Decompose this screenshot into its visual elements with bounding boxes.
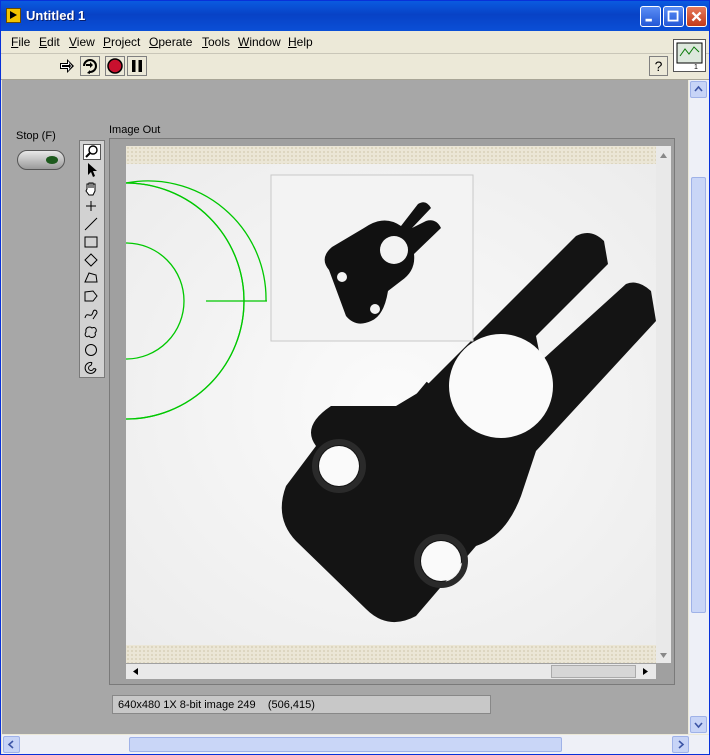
- part-image: [126, 164, 657, 645]
- close-button[interactable]: [686, 6, 707, 27]
- polygon-icon[interactable]: [83, 270, 101, 286]
- scroll-right-icon[interactable]: [638, 664, 653, 679]
- freehand-line-icon[interactable]: [83, 306, 101, 322]
- image-tools-palette: [79, 140, 105, 378]
- image-vertical-scrollbar[interactable]: [656, 146, 671, 663]
- pause-button[interactable]: [127, 56, 147, 76]
- title-bar[interactable]: Untitled 1: [1, 1, 709, 31]
- stop-label: Stop (F): [16, 130, 56, 142]
- scroll-left-icon[interactable]: [128, 664, 143, 679]
- menu-tools[interactable]: Tools: [202, 35, 230, 49]
- pause-icon: [132, 60, 142, 72]
- scroll-up-icon[interactable]: [656, 148, 671, 163]
- panel-scroll-up-button[interactable]: [690, 81, 707, 98]
- rectangle-icon[interactable]: [83, 234, 101, 250]
- run-continuously-icon: [83, 59, 97, 74]
- run-continuously-button[interactable]: [80, 56, 100, 76]
- stop-led: [46, 156, 58, 164]
- context-help-button[interactable]: ?: [649, 56, 668, 76]
- image-status-bar: 640x480 1X 8-bit image 249 (506,415): [112, 695, 491, 714]
- menu-file[interactable]: File: [11, 35, 30, 49]
- connector-pane-icon[interactable]: 1: [673, 39, 706, 72]
- labview-window: Untitled 1 File Edit View Project Operat…: [0, 0, 710, 755]
- scroll-down-icon[interactable]: [656, 648, 671, 663]
- freehand-region-icon[interactable]: [83, 324, 101, 340]
- menu-view[interactable]: View: [69, 35, 95, 49]
- vi-toolbar: ?: [1, 54, 709, 80]
- line-icon[interactable]: [83, 216, 101, 232]
- maximize-button[interactable]: [663, 6, 684, 27]
- annulus-icon[interactable]: [83, 360, 101, 376]
- menu-project[interactable]: Project: [103, 35, 140, 49]
- minimize-button[interactable]: [640, 6, 661, 27]
- menu-edit[interactable]: Edit: [39, 35, 60, 49]
- stop-button[interactable]: [17, 150, 65, 170]
- panel-vertical-scrollbar[interactable]: [689, 80, 709, 734]
- image-out-label: Image Out: [109, 124, 161, 136]
- pan-hand-icon[interactable]: [83, 180, 101, 196]
- image-horizontal-scrollbar[interactable]: [126, 664, 656, 679]
- pointer-icon[interactable]: [83, 162, 101, 178]
- panel-scroll-down-button[interactable]: [690, 716, 707, 733]
- svg-text:1: 1: [694, 64, 698, 71]
- menu-operate[interactable]: Operate: [149, 35, 192, 49]
- abort-button[interactable]: [105, 56, 125, 76]
- run-button[interactable]: [57, 56, 77, 76]
- panel-hscroll-thumb[interactable]: [129, 737, 562, 752]
- image-display[interactable]: [126, 146, 657, 663]
- oval-icon[interactable]: [83, 342, 101, 358]
- labview-vi-icon: [6, 8, 21, 23]
- panel-horizontal-scrollbar[interactable]: [2, 735, 709, 754]
- panel-scroll-thumb[interactable]: [691, 177, 706, 613]
- run-arrow-icon: [60, 59, 74, 73]
- panel-scroll-right-button[interactable]: [672, 736, 689, 753]
- zoom-icon[interactable]: [83, 144, 101, 160]
- menu-window[interactable]: Window: [238, 35, 281, 49]
- panel-scroll-left-button[interactable]: [3, 736, 20, 753]
- menu-bar: File Edit View Project Operate Tools Win…: [1, 31, 709, 54]
- window-title: Untitled 1: [26, 8, 86, 23]
- abort-stop-icon: [107, 58, 123, 74]
- point-icon[interactable]: [83, 198, 101, 214]
- menu-help[interactable]: Help: [288, 35, 313, 49]
- broken-line-icon[interactable]: [83, 288, 101, 304]
- rotated-rectangle-icon[interactable]: [83, 252, 101, 268]
- image-scroll-thumb[interactable]: [551, 665, 636, 678]
